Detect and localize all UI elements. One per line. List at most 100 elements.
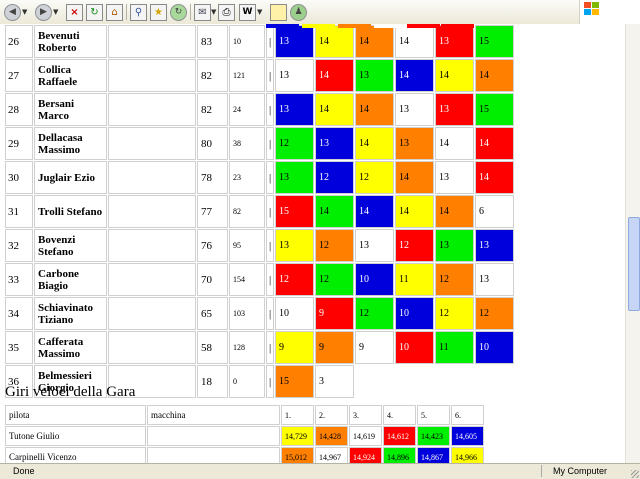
vertical-scrollbar[interactable] [625,24,640,463]
lap-cell: 15 [275,195,314,228]
standings-table: 26 Bevenuti Roberto 83 10 | 13 14 14 14 13 15 27 Col… [4,24,515,399]
back-button[interactable]: ◀ [4,3,21,21]
chevron-down-icon: ▼ [211,8,217,16]
clipped-lap-cell [407,24,440,28]
home-icon: ⌂ [106,3,123,21]
lap-cell: 13 [355,229,394,262]
gap-cell: 128 [229,331,265,364]
history-button[interactable]: ↻ [170,3,187,21]
print-icon: ⎙ [218,3,235,21]
lap-cell: 13 [435,229,474,262]
lap-cell: 14 [315,93,354,126]
lap-time-cell: 14,428 [315,426,348,446]
security-zone: My Computer [553,466,608,476]
print-button[interactable]: ⎙ [218,3,235,21]
lap-cell: 14 [315,195,354,228]
messenger-button[interactable]: ♟ [290,3,307,21]
lap-cell: 13 [275,59,314,92]
header-lap: 3. [349,405,382,425]
lap-cell: 13 [475,229,514,262]
status-bar: Done My Computer [0,463,640,479]
lap-cell: 14 [355,25,394,58]
position-cell: 35 [5,331,33,364]
discuss-button[interactable] [270,3,287,21]
stop-button[interactable]: × [66,3,83,21]
car-cell [108,331,196,364]
lap-time-cell: 14,423 [417,426,450,446]
lap-cell: 15 [475,25,514,58]
separator-cell: | [266,93,274,126]
position-cell: 34 [5,297,33,330]
driver-name: Bersani Marco [34,93,107,126]
home-button[interactable]: ⌂ [106,3,123,21]
lap-time-cell: 14,924 [349,447,382,463]
car-cell [147,447,280,463]
laps-cell: 77 [197,195,228,228]
windows-logo [579,0,640,24]
lap-cell: 9 [275,331,314,364]
lap-cell: 14 [395,59,434,92]
separator-cell: | [266,229,274,262]
lap-time-cell: 14,966 [451,447,484,463]
separator-cell: | [266,195,274,228]
table-row: 26 Bevenuti Roberto 83 10 | 13 14 14 14 13 15 [5,25,514,58]
laps-cell: 83 [197,25,228,58]
table-row: Carpinelli Vicenzo 15,012 14,967 14,924 14,8… [5,447,484,463]
lap-time-cell: 14,867 [417,447,450,463]
header-lap: 2. [315,405,348,425]
lap-cell: 13 [435,161,474,194]
lap-cell: 3 [315,365,354,398]
lap-cell: 10 [395,297,434,330]
separator-cell: | [266,59,274,92]
edit-button[interactable]: W [239,3,256,21]
driver-name: Cafferata Massimo [34,331,107,364]
driver-name: Juglair Ezio [34,161,107,194]
car-cell [108,93,196,126]
chevron-down-icon: ▼ [22,8,28,16]
gap-cell: 24 [229,93,265,126]
scrollbar-thumb[interactable] [628,217,640,311]
car-cell [147,426,280,446]
mail-dropdown[interactable]: ▼ [211,3,216,21]
separator-cell: | [266,331,274,364]
browser-toolbar: ◀ ▼ ▶ ▼ × ↻ ⌂ ⚲ ★ ↻ ✉ ▼ ⎙ W ▼ ♟ [0,0,640,25]
lap-cell: 14 [395,25,434,58]
lap-cell: 11 [395,263,434,296]
gap-cell: 10 [229,25,265,58]
lap-cell: 14 [435,195,474,228]
refresh-button[interactable]: ↻ [86,3,103,21]
position-cell: 31 [5,195,33,228]
driver-name: Trolli Stefano [34,195,107,228]
lap-time-cell: 14,967 [315,447,348,463]
resize-grip[interactable] [631,470,639,478]
status-text: Done [13,466,35,476]
driver-name: Bovenzi Stefano [34,229,107,262]
lap-time-cell: 14,605 [451,426,484,446]
driver-name: Schiavinato Tiziano [34,297,107,330]
chevron-down-icon: ▼ [257,8,263,16]
car-cell [108,297,196,330]
pilot-name: Tutone Giulio [5,426,146,446]
favorites-button[interactable]: ★ [150,3,167,21]
separator-cell: | [266,365,274,398]
separator-cell: | [266,263,274,296]
forward-dropdown[interactable]: ▼ [53,3,58,21]
clipped-lap-cell [374,24,407,28]
lap-cell: 10 [355,263,394,296]
position-cell: 28 [5,93,33,126]
header-lap: 1. [281,405,314,425]
lap-time-cell: 14,896 [383,447,416,463]
search-button[interactable]: ⚲ [130,3,147,21]
separator-cell: | [266,297,274,330]
mail-button[interactable]: ✉ [194,3,211,21]
header-pilot: pilota [5,405,146,425]
forward-button[interactable]: ▶ [35,3,52,21]
lap-cell: 9 [315,297,354,330]
laps-cell: 65 [197,297,228,330]
back-dropdown[interactable]: ▼ [22,3,27,21]
table-row: 32 Bovenzi Stefano 76 95 | 13 12 13 12 13 13 [5,229,514,262]
lap-cell: 14 [475,127,514,160]
edit-dropdown[interactable]: ▼ [257,3,262,21]
edit-icon: W [239,3,256,21]
refresh-icon: ↻ [86,3,103,21]
